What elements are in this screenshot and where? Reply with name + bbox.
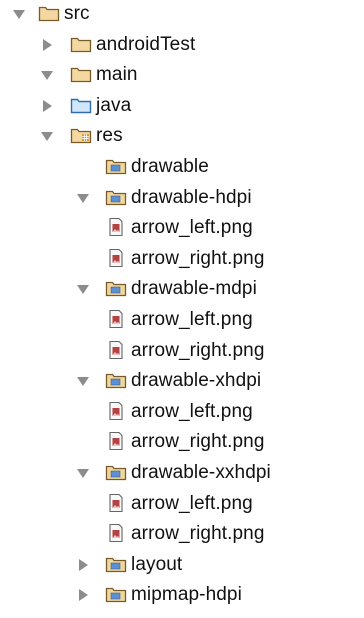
tree-node-label: src bbox=[64, 3, 90, 24]
tree-node-label: layout bbox=[131, 554, 183, 575]
collapse-arrow-icon[interactable] bbox=[76, 374, 90, 388]
tree-node-label: arrow_right.png bbox=[131, 248, 265, 269]
tree-node-label: arrow_right.png bbox=[131, 340, 265, 361]
image-file-icon bbox=[105, 493, 127, 513]
image-file-icon bbox=[105, 523, 127, 543]
collapse-arrow-icon[interactable] bbox=[40, 129, 54, 143]
tree-node-hdpi-arrow-left[interactable]: arrow_left.png bbox=[0, 212, 364, 243]
tree-node-label: res bbox=[96, 125, 123, 146]
tree-node-xxhdpi-arrow-right[interactable]: arrow_right.png bbox=[0, 518, 364, 549]
collapse-arrow-icon[interactable] bbox=[40, 68, 54, 82]
package-folder-icon bbox=[105, 188, 127, 206]
expand-arrow-icon[interactable] bbox=[76, 558, 90, 572]
folder-icon bbox=[70, 35, 92, 53]
tree-node-label: drawable-mdpi bbox=[131, 278, 257, 299]
folder-icon bbox=[70, 65, 92, 83]
tree-node-xxhdpi-arrow-left[interactable]: arrow_left.png bbox=[0, 488, 364, 519]
tree-node-java[interactable]: java bbox=[0, 90, 364, 121]
image-file-icon bbox=[105, 340, 127, 360]
tree-node-drawable-xhdpi[interactable]: drawable-xhdpi bbox=[0, 365, 364, 396]
tree-node-xhdpi-arrow-right[interactable]: arrow_right.png bbox=[0, 426, 364, 457]
tree-node-label: java bbox=[96, 95, 132, 116]
package-folder-icon bbox=[105, 157, 127, 175]
tree-node-mdpi-arrow-right[interactable]: arrow_right.png bbox=[0, 335, 364, 366]
tree-node-label: drawable bbox=[131, 156, 209, 177]
tree-node-drawable-hdpi[interactable]: drawable-hdpi bbox=[0, 182, 364, 213]
tree-node-drawable[interactable]: drawable bbox=[0, 151, 364, 182]
tree-node-androidTest[interactable]: androidTest bbox=[0, 29, 364, 60]
tree-node-label: mipmap-hdpi bbox=[131, 584, 242, 605]
collapse-arrow-icon[interactable] bbox=[76, 466, 90, 480]
tree-node-drawable-xxhdpi[interactable]: drawable-xxhdpi bbox=[0, 457, 364, 488]
tree-node-hdpi-arrow-right[interactable]: arrow_right.png bbox=[0, 243, 364, 274]
expand-arrow-icon[interactable] bbox=[76, 588, 90, 602]
tree-node-xhdpi-arrow-left[interactable]: arrow_left.png bbox=[0, 396, 364, 427]
tree-node-label: drawable-xxhdpi bbox=[131, 462, 271, 483]
folder-icon bbox=[38, 4, 60, 22]
source-folder-icon bbox=[70, 96, 92, 114]
tree-node-main[interactable]: main bbox=[0, 59, 364, 90]
tree-node-mipmap-hdpi[interactable]: mipmap-hdpi bbox=[0, 579, 364, 610]
expand-arrow-icon[interactable] bbox=[40, 99, 54, 113]
tree-node-label: arrow_right.png bbox=[131, 523, 265, 544]
tree-node-label: arrow_right.png bbox=[131, 431, 265, 452]
tree-node-src[interactable]: src bbox=[0, 0, 364, 29]
expand-arrow-icon[interactable] bbox=[40, 38, 54, 52]
resource-folder-icon bbox=[70, 126, 92, 144]
tree-node-label: arrow_left.png bbox=[131, 309, 253, 330]
tree-node-label: arrow_left.png bbox=[131, 493, 253, 514]
tree-node-label: arrow_left.png bbox=[131, 217, 253, 238]
package-folder-icon bbox=[105, 279, 127, 297]
tree-node-label: main bbox=[96, 64, 138, 85]
image-file-icon bbox=[105, 401, 127, 421]
image-file-icon bbox=[105, 431, 127, 451]
image-file-icon bbox=[105, 309, 127, 329]
package-folder-icon bbox=[105, 371, 127, 389]
image-file-icon bbox=[105, 248, 127, 268]
tree-node-res[interactable]: res bbox=[0, 120, 364, 151]
collapse-arrow-icon[interactable] bbox=[76, 282, 90, 296]
package-folder-icon bbox=[105, 585, 127, 603]
tree-node-label: arrow_left.png bbox=[131, 401, 253, 422]
collapse-arrow-icon[interactable] bbox=[12, 7, 26, 21]
image-file-icon bbox=[105, 217, 127, 237]
tree-node-label: androidTest bbox=[96, 34, 196, 55]
tree-node-label: drawable-hdpi bbox=[131, 187, 252, 208]
tree-node-drawable-mdpi[interactable]: drawable-mdpi bbox=[0, 273, 364, 304]
package-folder-icon bbox=[105, 463, 127, 481]
tree-node-mdpi-arrow-left[interactable]: arrow_left.png bbox=[0, 304, 364, 335]
tree-node-label: drawable-xhdpi bbox=[131, 370, 262, 391]
tree-node-layout[interactable]: layout bbox=[0, 549, 364, 580]
package-folder-icon bbox=[105, 555, 127, 573]
collapse-arrow-icon[interactable] bbox=[76, 191, 90, 205]
